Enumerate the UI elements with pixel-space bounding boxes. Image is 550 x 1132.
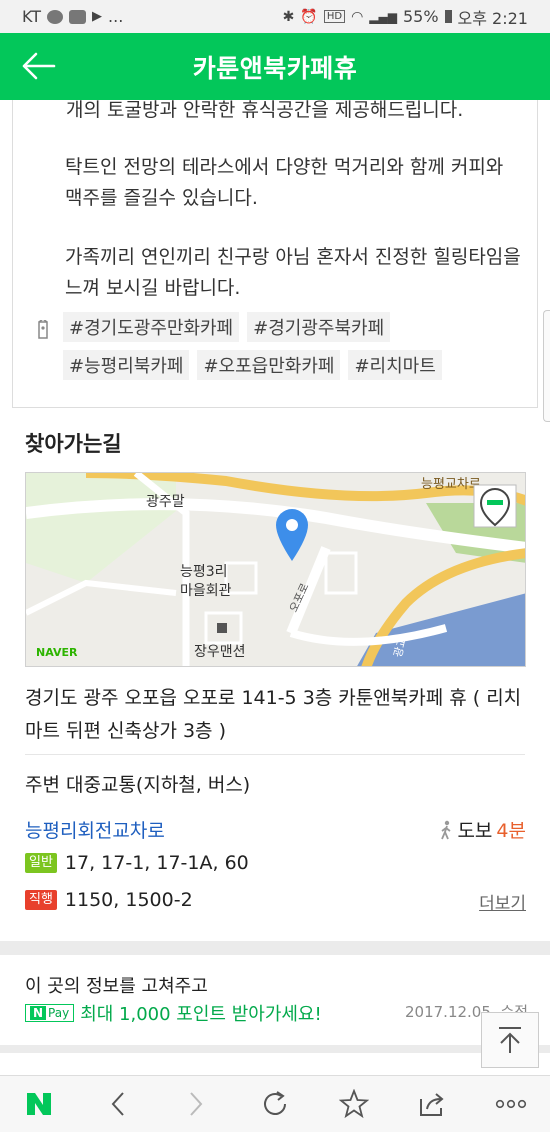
building-icon bbox=[217, 623, 227, 633]
map-directions-button[interactable] bbox=[473, 484, 517, 528]
bookmark-button[interactable] bbox=[329, 1084, 379, 1124]
app-bar: 카툰앤북카페휴 bbox=[0, 33, 550, 100]
divider bbox=[25, 754, 525, 755]
walking-icon bbox=[441, 820, 451, 839]
battery-level: 55% bbox=[402, 7, 439, 26]
play-icon: ▶ bbox=[92, 9, 103, 24]
tag-chip[interactable]: #경기광주북카페 bbox=[247, 312, 391, 342]
share-button[interactable] bbox=[407, 1084, 457, 1124]
bluetooth-icon: ✱ bbox=[282, 8, 295, 25]
bus-row-express: 직행 1150, 1500-2 bbox=[25, 889, 193, 911]
description-line: 탁트인 전망의 테라스에서 다양한 먹거리와 함께 커피와 맥주를 즐길수 있습… bbox=[65, 156, 504, 209]
npay-promo[interactable]: N Pay 최대 1,000 포인트 받아가세요! bbox=[25, 1000, 322, 1026]
map-graphic: 광주말 능평3리 마을회관 장우맨션 능평교차로 오포로 광교 NAVER bbox=[26, 473, 525, 666]
bus-type-badge: 직행 bbox=[25, 890, 57, 910]
chevron-left-icon bbox=[111, 1092, 124, 1116]
map-label-hall-1: 능평3리 bbox=[180, 564, 228, 580]
refresh-icon bbox=[264, 1091, 286, 1115]
forward-button[interactable] bbox=[171, 1084, 221, 1124]
status-bar: KT ▶ ... ✱ ⏰ HD ◠ ▂▄▆ 55% 오후 2:21 bbox=[0, 0, 550, 33]
edit-info-heading[interactable]: 이 곳의 정보를 고쳐주고 bbox=[25, 972, 208, 998]
walk-label: 도보 bbox=[457, 820, 493, 842]
description-line: 가족끼리 연인끼리 친구랑 아님 혼자서 진정한 힐링타임을 느껴 보시길 바랍… bbox=[65, 246, 521, 299]
refresh-button[interactable] bbox=[250, 1084, 300, 1124]
tag-list: #경기도광주만화카페 #경기광주북카페 #능평리북카페 #오포읍만화카페 #리치… bbox=[32, 312, 512, 388]
clock: 오후 2:21 bbox=[457, 8, 528, 28]
hd-icon: HD bbox=[323, 10, 346, 23]
naver-n-icon bbox=[27, 1093, 52, 1115]
battery-icon bbox=[444, 10, 452, 23]
address-text: 경기도 광주 오포읍 오포로 141-5 3층 카툰앤북카페 휴 ( 리치마트 … bbox=[25, 687, 522, 742]
more-dots-icon bbox=[495, 1099, 526, 1109]
map-label-road-top: 능평교차로 bbox=[421, 477, 481, 492]
description-line: 개의 토굴방과 안락한 휴식공간을 제공해드립니다. bbox=[66, 99, 464, 121]
map-label-restaurant: 장우맨션 bbox=[194, 644, 246, 660]
directions-heading: 찾아가는길 bbox=[25, 432, 122, 456]
browser-toolbar bbox=[0, 1075, 550, 1132]
walk-minutes: 4분 bbox=[496, 820, 526, 842]
npay-n: N bbox=[30, 1006, 47, 1020]
wifi-icon: ◠ bbox=[351, 8, 364, 25]
talk-icon bbox=[47, 9, 64, 24]
bus-routes[interactable]: 1150, 1500-2 bbox=[65, 889, 193, 911]
npay-text: Pay bbox=[48, 1006, 70, 1020]
tag-chip[interactable]: #경기도광주만화카페 bbox=[63, 312, 240, 342]
transit-heading: 주변 대중교통(지하철, 버스) bbox=[25, 774, 251, 796]
bus-stop-link[interactable]: 능평리회전교차로 bbox=[25, 816, 165, 843]
scroll-indicator[interactable] bbox=[543, 310, 550, 422]
star-icon bbox=[338, 1089, 369, 1119]
walk-time: 도보 4분 bbox=[439, 816, 526, 843]
more-menu-button[interactable] bbox=[486, 1084, 536, 1124]
section-separator bbox=[0, 1045, 550, 1053]
map-label-village: 광주말 bbox=[146, 494, 185, 510]
bus-type-badge: 일반 bbox=[25, 853, 57, 873]
back-arrow-icon[interactable] bbox=[22, 51, 56, 81]
tag-chip[interactable]: #오포읍만화카페 bbox=[197, 350, 341, 380]
tag-icon bbox=[38, 320, 48, 339]
w-app-icon bbox=[69, 9, 87, 24]
description-text: 개의 토굴방과 안락한 휴식공간을 제공해드립니다. 탁트인 전망의 테라스에서… bbox=[52, 99, 522, 304]
signal-icon: ▂▄▆ bbox=[369, 9, 397, 24]
location-map[interactable]: 광주말 능평3리 마을회관 장우맨션 능평교차로 오포로 광교 NAVER bbox=[25, 472, 526, 667]
npay-badge: N Pay bbox=[25, 1004, 75, 1022]
tag-chip[interactable]: #능평리북카페 bbox=[63, 350, 190, 380]
arrow-up-icon bbox=[499, 1027, 521, 1053]
chevron-right-icon bbox=[190, 1092, 203, 1116]
tag-chip[interactable]: #리치마트 bbox=[348, 350, 442, 380]
back-button[interactable] bbox=[93, 1084, 143, 1124]
scroll-top-button[interactable] bbox=[481, 1012, 539, 1068]
naver-map-logo: NAVER bbox=[36, 646, 78, 659]
npay-promo-text: 최대 1,000 포인트 받아가세요! bbox=[80, 1004, 322, 1025]
alarm-icon: ⏰ bbox=[300, 8, 318, 25]
share-icon bbox=[420, 1093, 444, 1116]
carrier-label: KT bbox=[22, 7, 42, 26]
section-separator bbox=[0, 941, 550, 955]
bus-routes[interactable]: 17, 17-1, 17-1A, 60 bbox=[65, 852, 249, 874]
page-title: 카툰앤북카페휴 bbox=[192, 53, 358, 83]
bus-row-general: 일반 17, 17-1, 17-1A, 60 bbox=[25, 852, 249, 874]
naver-home-button[interactable] bbox=[14, 1084, 64, 1124]
map-label-hall-2: 마을회관 bbox=[180, 583, 232, 599]
more-link[interactable]: 더보기 bbox=[479, 889, 526, 914]
more-notifications: ... bbox=[108, 7, 124, 26]
